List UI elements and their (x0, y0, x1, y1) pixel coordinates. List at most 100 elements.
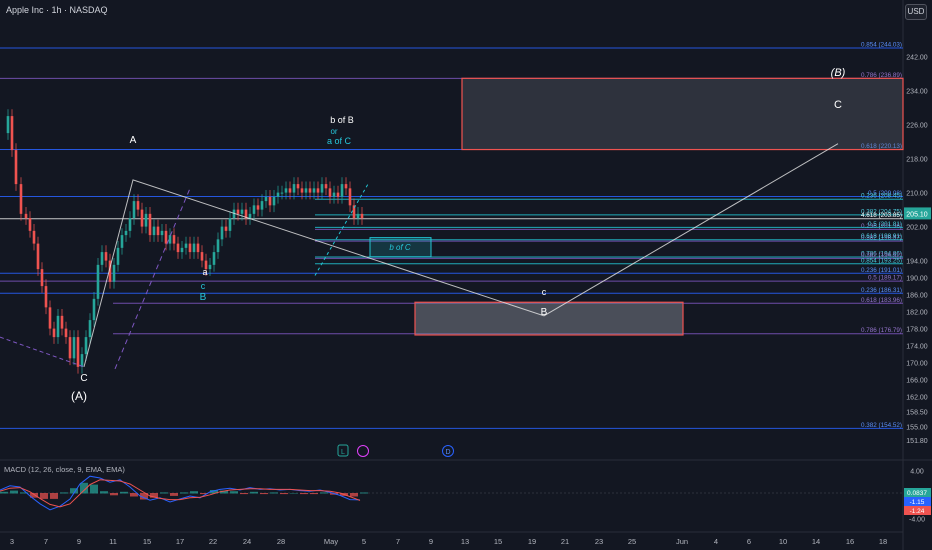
wave-label-paren-B: (B) (831, 67, 846, 79)
x-tick-label: 22 (209, 537, 217, 546)
candle-body (264, 196, 268, 202)
macd-histogram-bar (40, 493, 48, 499)
candle-body (304, 188, 308, 193)
macd-histogram-bar (280, 493, 288, 495)
x-tick-label: Jun (676, 537, 688, 546)
candle-body (256, 205, 260, 210)
macd-histogram-bar (100, 491, 108, 494)
fib-level-label: 4.618 (203.85) (861, 212, 902, 219)
macd-histogram-bar (120, 491, 128, 494)
channel-line (114, 188, 191, 370)
candle-body (28, 218, 32, 231)
candle-body (316, 188, 320, 193)
candle-body (19, 184, 23, 214)
y-tick-label: 202.00 (906, 225, 928, 232)
candle-body (6, 116, 10, 134)
wave-label-a-of-C: a of C (327, 136, 352, 146)
candle-body (288, 188, 292, 193)
x-tick-label: 21 (561, 537, 569, 546)
candle-body (228, 218, 232, 231)
macd-value-label: -1.15 (910, 499, 925, 506)
macd-histogram-bar (110, 493, 118, 496)
candle-body (312, 188, 316, 193)
event-icon-D-text: D (445, 449, 450, 456)
x-tick-label: 9 (429, 537, 433, 546)
candle-body (64, 328, 68, 338)
macd-histogram-bar (10, 490, 18, 494)
fib-level-label: 0.618 (183.96) (861, 297, 902, 304)
candle-body (96, 264, 100, 299)
macd-histogram-bar (240, 493, 248, 495)
candle-body (236, 209, 240, 214)
candle-body (172, 235, 176, 244)
candle-body (156, 226, 160, 236)
candle-body (216, 239, 220, 253)
candle-body (308, 188, 312, 193)
macd-value-label: 0.0837 (907, 490, 927, 497)
x-tick-label: 7 (396, 537, 400, 546)
macd-histogram-bar (50, 493, 58, 499)
wave-label-paren-A: (A) (71, 389, 87, 403)
candle-body (80, 354, 84, 367)
candle-body (48, 307, 52, 329)
candle-body (52, 328, 56, 338)
candle-body (248, 213, 252, 219)
event-icon-L-text: L (341, 449, 345, 456)
fib-level-label: 0.236 (208.45) (861, 193, 902, 200)
chart-canvas[interactable]: 242.00234.00226.00218.00210.00202.00194.… (0, 0, 932, 550)
currency-button[interactable]: USD (905, 4, 927, 20)
candle-body (152, 226, 156, 236)
candle-body (360, 213, 364, 219)
x-tick-label: 4 (714, 537, 718, 546)
candle-body (272, 196, 276, 206)
wave-label-B-box: B (541, 307, 548, 318)
candle-body (128, 218, 132, 231)
candle-body (260, 201, 264, 210)
candle-body (100, 252, 104, 265)
candle-body (192, 243, 196, 253)
y-tick-label: 242.00 (906, 55, 928, 62)
wave-label-A: A (130, 135, 137, 146)
y-tick-label: 174.00 (906, 344, 928, 351)
macd-histogram-bar (0, 491, 8, 494)
candle-body (24, 213, 28, 219)
candle-body (300, 188, 304, 193)
x-tick-label: 15 (143, 537, 151, 546)
x-tick-label: 6 (747, 537, 751, 546)
fib-level-label: 0.382 (154.52) (861, 422, 902, 429)
macd-histogram-bar (300, 493, 308, 495)
fib-level-label: 0.236 (186.31) (861, 287, 902, 294)
x-tick-label: 13 (461, 537, 469, 546)
macd-histogram-bar (270, 492, 278, 494)
candle-body (356, 213, 360, 219)
y-tick-label: 210.00 (906, 191, 928, 198)
candle-body (208, 264, 212, 270)
candle-body (144, 213, 148, 227)
candle-body (344, 184, 348, 189)
y-tick-label: 162.00 (906, 395, 928, 402)
candle-body (68, 337, 72, 359)
macd-histogram-bar (60, 492, 68, 494)
macd-histogram-bar (180, 492, 188, 494)
x-tick-label: 16 (846, 537, 854, 546)
candle-body (168, 235, 172, 244)
candle-body (132, 201, 136, 219)
candle-body (116, 247, 120, 265)
target-zone-lower (414, 301, 684, 336)
candle-body (292, 184, 296, 193)
candle-body (224, 226, 228, 231)
candle-body (92, 298, 96, 321)
wave-label-b-of-B: b of B (330, 115, 354, 125)
x-tick-label: 9 (77, 537, 81, 546)
fib-level-label: 0.786 (176.79) (861, 327, 902, 334)
candle-body (124, 230, 128, 236)
x-tick-label: 17 (176, 537, 184, 546)
x-tick-label: 14 (812, 537, 820, 546)
candle-body (112, 264, 116, 282)
x-tick-label: 24 (243, 537, 251, 546)
candle-body (280, 192, 284, 194)
macd-histogram-bar (190, 491, 198, 494)
wave-label-c-teal: c (201, 281, 206, 291)
y-tick-label: 178.00 (906, 327, 928, 334)
candle-body (40, 269, 44, 287)
